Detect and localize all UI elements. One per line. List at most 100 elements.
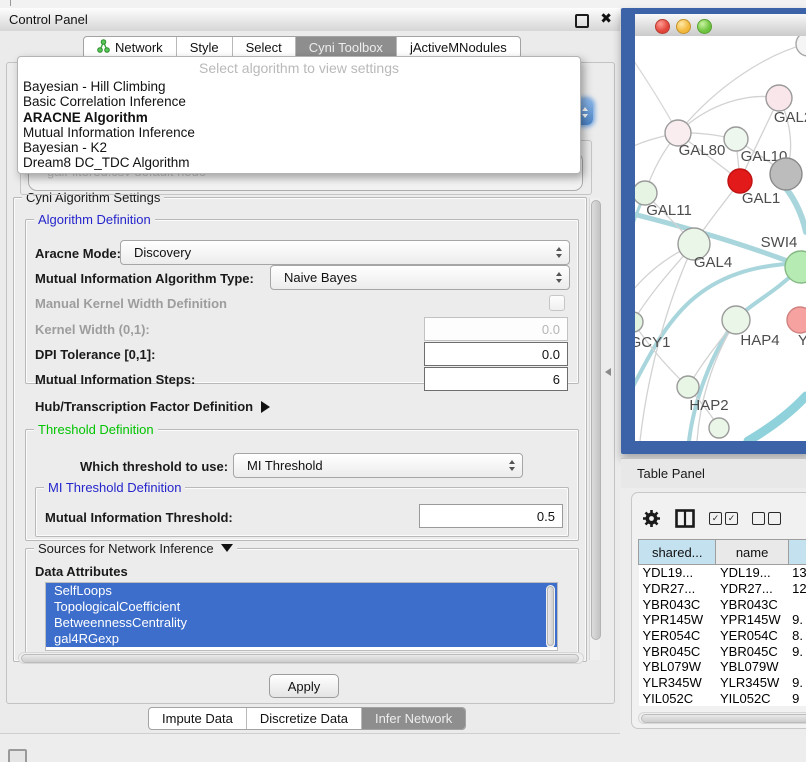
algorithm-option-basic-correlation-inference[interactable]: Basic Correlation Inference (18, 94, 580, 109)
table-panel: ✓✓ shared...nameA YDL19...YDL19...13YDR2… (631, 492, 806, 729)
column-header-name[interactable]: name (716, 540, 788, 565)
algorithm-option-mutual-information-inference[interactable]: Mutual Information Inference (18, 125, 580, 140)
mi-type-label: Mutual Information Algorithm Type: (35, 271, 254, 286)
mi-threshold-field[interactable]: 0.5 (419, 504, 563, 528)
close-light[interactable] (655, 19, 670, 34)
table-row[interactable]: YLR345WYLR345W9. (639, 675, 806, 691)
stepper-arrows-icon (556, 266, 562, 289)
node-table-header-row: shared...nameA (639, 540, 806, 565)
attribute-item-gal4rgexp[interactable]: gal4RGexp (46, 631, 557, 647)
table-cell (788, 596, 806, 612)
table-row[interactable]: YPR145WYPR145W9. (639, 612, 806, 628)
node-label-gal4: GAL4 (694, 254, 732, 271)
tab-discretize-data[interactable]: Discretize Data (247, 708, 362, 729)
collapse-down-icon[interactable] (221, 544, 233, 552)
table-horizontal-scrollbar[interactable] (638, 712, 806, 724)
mi-steps-field[interactable]: 6 (424, 367, 568, 391)
hub-definition-expander[interactable]: Hub/Transcription Factor Definition (35, 398, 270, 416)
mi-type-value: Naive Bayes (271, 270, 357, 285)
tab-jactivemnodules[interactable]: jActiveMNodules (397, 37, 520, 58)
network-node-hap2[interactable] (677, 376, 699, 398)
tab-style[interactable]: Style (177, 37, 233, 58)
attribute-item-selfloops[interactable]: SelfLoops (46, 583, 557, 599)
network-node-y[interactable] (787, 307, 806, 333)
kernel-width-field[interactable]: 0.0 (424, 317, 568, 341)
attr-items: SelfLoopsTopologicalCoefficientBetweenne… (46, 583, 557, 647)
table-row[interactable]: YIL052CYIL052C9 (639, 691, 806, 707)
dpi-tolerance-field[interactable]: 0.0 (424, 342, 568, 366)
network-graph[interactable]: GAL2GAL80GAL10GAL1GAL11SWI4GAL4GCY1HAP4Y… (635, 36, 806, 441)
list-vertical-scrollbar[interactable] (546, 585, 555, 648)
tab-infer-network[interactable]: Infer Network (362, 708, 465, 729)
column-header-a[interactable]: A (788, 540, 806, 565)
algorithm-option-bayesian-hill-climbing[interactable]: Bayesian - Hill Climbing (18, 79, 580, 94)
network-node-gcy1[interactable] (635, 312, 643, 332)
settings-horizontal-scrollbar[interactable] (18, 652, 584, 664)
table-cell: 9. (788, 612, 806, 628)
attribute-item-betweennesscentrality[interactable]: BetweennessCentrality (46, 615, 557, 631)
attribute-item-topologicalcoefficient[interactable]: TopologicalCoefficient (46, 599, 557, 615)
minimize-light[interactable] (676, 19, 691, 34)
column-header-shared[interactable]: shared... (639, 540, 716, 565)
tab-impute-data[interactable]: Impute Data (149, 708, 247, 729)
checked-pair-icon[interactable]: ✓✓ (709, 512, 738, 525)
network-canvas[interactable]: GAL2GAL80GAL10GAL1GAL11SWI4GAL4GCY1HAP4Y… (635, 36, 806, 441)
manual-kernel-checkbox[interactable] (549, 295, 565, 311)
table-row[interactable]: YER054CYER054C8. (639, 628, 806, 644)
gear-icon[interactable] (642, 509, 661, 528)
tab-cyni-toolbox[interactable]: Cyni Toolbox (296, 37, 397, 58)
manual-kernel-label: Manual Kernel Width Definition (35, 296, 227, 311)
which-threshold-value: MI Threshold (234, 458, 323, 473)
table-row[interactable]: YDL19...YDL19...13 (639, 565, 806, 581)
table-cell (788, 659, 806, 675)
algorithm-option-bayesian-k2[interactable]: Bayesian - K2 (18, 140, 580, 155)
panel-collapse-arrow[interactable] (605, 368, 611, 376)
table-row[interactable]: YBL079WYBL079W (639, 659, 806, 675)
control-panel-title: Control Panel (0, 12, 88, 27)
network-edge[interactable] (748, 396, 806, 441)
network-node[interactable] (709, 418, 729, 438)
expand-right-icon[interactable] (261, 401, 270, 413)
mi-type-combo[interactable]: Naive Bayes (270, 265, 570, 290)
collapsed-panel-icon[interactable] (8, 749, 27, 762)
network-edge[interactable] (678, 96, 779, 133)
tab-network[interactable]: Network (84, 37, 177, 58)
table-cell: 9. (788, 643, 806, 659)
apply-button[interactable]: Apply (269, 674, 339, 698)
tab-label: jActiveMNodules (410, 40, 507, 55)
network-node[interactable] (770, 158, 802, 190)
table-row[interactable]: YBR045CYBR045C9. (639, 643, 806, 659)
table-cell: YBR043C (639, 596, 716, 612)
which-threshold-combo[interactable]: MI Threshold (233, 453, 523, 478)
data-attributes-label: Data Attributes (35, 564, 128, 579)
columns-icon[interactable] (675, 509, 695, 528)
node-table[interactable]: shared...nameA YDL19...YDL19...13YDR27..… (638, 539, 806, 706)
float-window-icon[interactable] (575, 14, 589, 28)
hub-definition-label: Hub/Transcription Factor Definition (35, 399, 253, 414)
node-label-swi4: SWI4 (761, 234, 798, 251)
algorithm-option-aracne-algorithm[interactable]: ARACNE Algorithm (18, 110, 580, 125)
table-row[interactable]: YBR043CYBR043C (639, 596, 806, 612)
bottom-tabs: Impute DataDiscretize DataInfer Network (148, 707, 466, 730)
tab-select[interactable]: Select (233, 37, 296, 58)
node-label-gal2: GAL2 (774, 109, 806, 126)
aracne-mode-combo[interactable]: Discovery (120, 240, 570, 265)
data-attributes-list[interactable]: SelfLoopsTopologicalCoefficientBetweenne… (45, 582, 558, 651)
network-node-gal2[interactable] (766, 85, 792, 111)
network-node[interactable] (796, 36, 806, 56)
tab-label: Style (190, 40, 219, 55)
network-node-hap4[interactable] (722, 306, 750, 334)
algorithm-option-dream8-dc-tdc-algorithm[interactable]: Dream8 DC_TDC Algorithm (18, 155, 580, 170)
table-row[interactable]: YDR27...YDR27...12 (639, 581, 806, 597)
mi-steps-label: Mutual Information Steps: (35, 372, 195, 387)
unchecked-pair-icon[interactable] (752, 512, 781, 525)
tab-label: Cyni Toolbox (309, 40, 383, 55)
table-cell: YDL19... (716, 565, 788, 581)
table-toolbar: ✓✓ (642, 505, 806, 531)
network-window-titlebar[interactable] (635, 14, 806, 37)
network-window[interactable]: GAL2GAL80GAL10GAL1GAL11SWI4GAL4GCY1HAP4Y… (621, 8, 806, 454)
algorithm-dropdown-popup: Select algorithm to view settings Bayesi… (17, 56, 581, 174)
settings-vertical-scrollbar[interactable] (589, 198, 600, 660)
zoom-light[interactable] (697, 19, 712, 34)
close-icon[interactable]: ✖ (600, 10, 612, 27)
